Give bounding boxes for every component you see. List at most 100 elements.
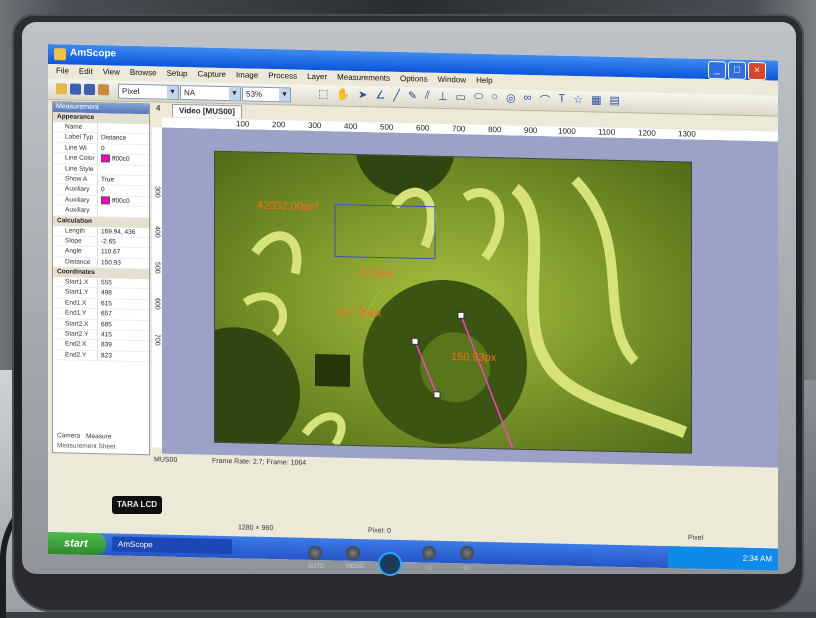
color-swatch [101,154,110,163]
menu-browse[interactable]: Browse [130,68,157,78]
measure-tools: ⬚ ✋ ➤ ∠ ╱ ✎ ⫽ ⊥ ▭ ⬭ ○ ◎ ∞ ⌒ T ☆ ▦ ▤ [318,87,620,110]
zoom-select-value: 53% [246,89,263,99]
property-key: End2.Y [65,351,87,359]
circle-icon[interactable]: ○ [491,91,498,107]
measurement-sheet-tab[interactable]: Measurement Sheet [53,442,153,453]
menu-process[interactable]: Process [268,71,297,81]
handle-icon[interactable] [433,391,441,399]
ruler-tick: 600 [416,123,430,133]
text-icon[interactable]: T [558,93,565,109]
menu-setup[interactable]: Setup [167,69,188,78]
ruler-tick: 400 [344,121,358,132]
menu-measurements[interactable]: Measurements [337,73,390,83]
property-value: ff00c0 [97,195,149,207]
app-icon [54,48,66,61]
color-value: ff00c0 [112,155,130,164]
power-button[interactable] [378,552,402,576]
left-label: ◁ [426,565,431,571]
ruler-tick: 900 [524,125,538,136]
property-value [97,123,149,134]
arc-icon[interactable]: ⌒ [539,92,550,108]
menu-options[interactable]: Options [400,74,428,84]
property-key: Show A [65,175,88,183]
minimize-button[interactable]: _ [708,60,726,80]
menu-capture[interactable]: Capture [197,69,225,79]
auto-label: AUTO [308,564,325,570]
property-key: End2.X [65,340,87,349]
star-icon[interactable]: ☆ [573,93,583,109]
pcb-image [214,150,691,454]
system-tray: 2:34 AM [668,546,778,571]
square-pad [315,354,350,387]
chevron-down-icon: ▼ [229,87,240,101]
property-value: 657 [97,309,149,320]
property-value: ff00c0 [97,154,149,165]
start-button[interactable]: start [48,532,106,556]
pointer-icon[interactable]: ➤ [358,88,367,104]
property-key: End1.Y [65,309,87,318]
open-icon[interactable] [56,83,67,95]
taskbar-app[interactable]: AmScope [112,536,232,555]
property-key: End1.X [65,299,87,307]
property-value: 110.67 [97,247,149,258]
tab-camera[interactable]: Camera [57,432,80,443]
zoom-select[interactable]: 53% ▼ [242,86,291,103]
small-distance-label: 6.32px [360,267,394,280]
perpendicular-icon[interactable]: ⊥ [438,90,448,106]
menu-image[interactable]: Image [236,70,258,80]
select-rect-icon[interactable]: ⬚ [318,87,328,103]
handle-icon[interactable] [457,311,465,319]
property-key: Line Wi [65,144,87,152]
property-row[interactable]: End2.Y 823 [53,349,149,363]
tab-video[interactable]: Video [MUS00] [172,103,242,119]
ruler-tick: 1000 [558,126,576,136]
target-icon[interactable]: ◎ [506,91,516,107]
clock[interactable]: 2:34 AM [743,554,772,564]
property-value [97,164,149,176]
menu-edit[interactable]: Edit [79,67,93,76]
property-value: 169.94, 436 [97,226,149,238]
area-label: 42032.00px² [257,199,319,214]
angle-icon[interactable]: ∠ [375,88,385,104]
rectangle-icon[interactable]: ▭ [456,90,466,106]
live-image[interactable]: 42032.00px² 6.32px 117.00px 150.93px [214,150,692,454]
grid-icon[interactable]: ▤ [609,94,619,110]
property-key: Line Style [65,164,94,173]
line-icon[interactable]: ╱ [393,89,400,105]
right-button[interactable] [460,546,474,560]
chart-icon[interactable]: ▦ [591,93,601,109]
status-app: MUS00 [154,456,178,464]
close-button[interactable]: × [748,61,766,81]
menu-button[interactable] [346,546,360,560]
unit-select[interactable]: Pixel ▼ [118,83,179,100]
ruler-tick: 400 [153,225,161,238]
property-key: Auxiliary [65,206,90,215]
property-key: Auxiliary [65,196,90,204]
status-resolution: 1280 × 960 [238,524,274,533]
link-icon[interactable]: ∞ [524,92,532,108]
tab-measure[interactable]: Measure [86,433,111,444]
ellipse-icon[interactable]: ⬭ [474,91,483,107]
menu-help[interactable]: Help [476,76,492,85]
menu-layer[interactable]: Layer [307,72,327,81]
handle-icon[interactable] [411,337,419,345]
auto-button[interactable] [308,546,322,560]
maximize-button[interactable]: □ [728,61,746,80]
save-icon[interactable] [70,83,81,95]
right-label: ▷ [464,565,469,571]
unit-select-value: Pixel [122,86,140,97]
ruler-tick: 600 [153,297,161,310]
menu-file[interactable]: File [56,66,69,75]
pencil-icon[interactable]: ✎ [408,89,417,105]
menu-view[interactable]: View [103,67,120,76]
left-button[interactable] [422,546,436,560]
property-key: Start2.Y [65,330,89,338]
parallel-icon[interactable]: ⫽ [425,90,430,106]
property-value: 150.93 [97,257,149,269]
menu-window[interactable]: Window [438,75,466,85]
property-key: Line Color [65,154,95,163]
save-all-icon[interactable] [84,83,95,96]
hand-icon[interactable]: ✋ [336,88,350,104]
folder-icon[interactable] [98,84,109,96]
mode-select[interactable]: NA ▼ [180,84,241,102]
